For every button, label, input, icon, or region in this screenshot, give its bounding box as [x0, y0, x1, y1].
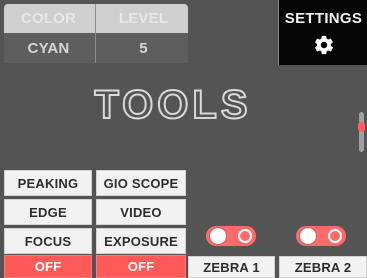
color-level-panel: COLOR LEVEL CYAN 5 — [4, 4, 188, 63]
tools-screen: COLOR LEVEL CYAN 5 SETTINGS TOOLS PEAKIN… — [0, 0, 367, 278]
scrollbar-track[interactable] — [359, 112, 364, 152]
color-level-values-row: CYAN 5 — [4, 33, 188, 63]
exposure-button[interactable]: EXPOSURE — [96, 228, 186, 254]
gio-scope-button[interactable]: GIO SCOPE — [96, 170, 186, 196]
color-value[interactable]: CYAN — [4, 33, 93, 63]
tools-title-graphic: TOOLS — [93, 86, 251, 128]
edge-button[interactable]: EDGE — [4, 199, 92, 225]
color-level-header-row: COLOR LEVEL — [4, 4, 188, 33]
video-button[interactable]: VIDEO — [96, 199, 186, 225]
gear-icon — [315, 35, 333, 55]
header-divider — [95, 4, 96, 33]
tools-row: FOCUS EXPOSURE — [0, 228, 188, 254]
peaking-button[interactable]: PEAKING — [4, 170, 92, 196]
focus-button[interactable]: FOCUS — [4, 228, 92, 254]
zebra-2-label[interactable]: ZEBRA 2 — [279, 256, 367, 278]
status-row: OFF OFF — [0, 255, 188, 278]
zebra-controls: ZEBRA 1 ZEBRA 2 — [188, 226, 367, 278]
color-label: COLOR — [20, 10, 77, 27]
toggle-knob — [210, 228, 226, 244]
toggle-ring — [328, 229, 342, 243]
scrollbar-thumb[interactable] — [358, 122, 365, 132]
tools-row: EDGE VIDEO — [0, 199, 188, 225]
status-off-left[interactable]: OFF — [4, 255, 92, 278]
zebra-1-toggle[interactable] — [206, 226, 256, 246]
tools-title-text: TOOLS — [94, 86, 251, 127]
tools-row: PEAKING GIO SCOPE — [0, 170, 188, 196]
toggle-knob — [300, 228, 316, 244]
level-value[interactable]: 5 — [99, 33, 188, 63]
tools-title: TOOLS — [63, 86, 283, 128]
zebra-1-label[interactable]: ZEBRA 1 — [188, 256, 275, 278]
status-off-right[interactable]: OFF — [96, 255, 186, 278]
values-divider — [95, 33, 96, 63]
settings-button[interactable]: SETTINGS — [278, 0, 367, 65]
tools-grid: PEAKING GIO SCOPE EDGE VIDEO FOCUS EXPOS… — [0, 170, 188, 278]
settings-label: SETTINGS — [284, 9, 363, 27]
zebra-2-toggle[interactable] — [296, 226, 346, 246]
toggle-ring — [238, 229, 252, 243]
level-label: LEVEL — [118, 10, 169, 27]
